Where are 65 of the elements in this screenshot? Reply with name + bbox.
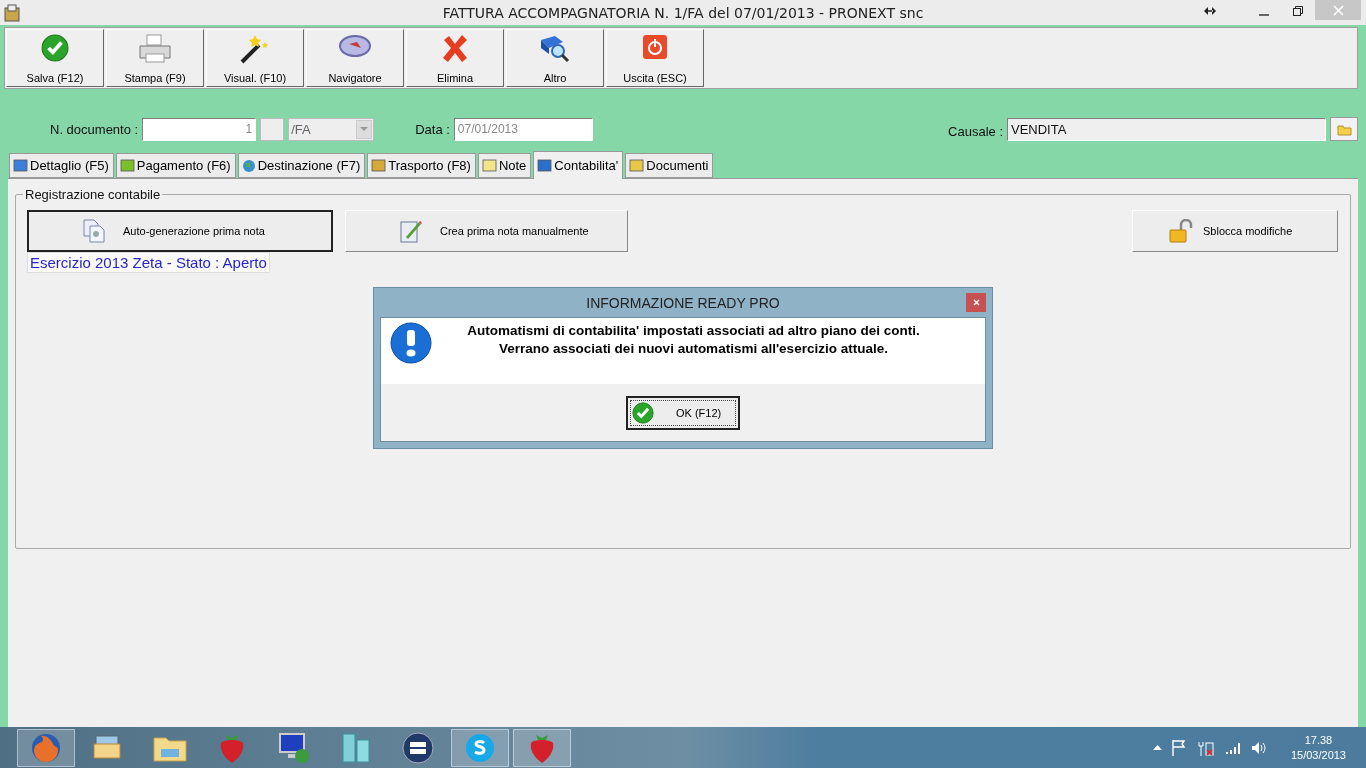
close-button[interactable]: [966, 293, 986, 312]
status-text: Esercizio 2013 Zeta - Stato : Aperto: [27, 252, 270, 273]
server-towers-icon: [340, 731, 372, 764]
dialog-message: Automatismi di contabilita' impostati associati ad altro piano dei conti.: [467, 322, 920, 340]
checkmark-icon: [41, 34, 69, 62]
tab[interactable]: Destinazione (F7): [237, 153, 366, 178]
tab[interactable]: Contabilita': [533, 151, 624, 179]
close-icon: [972, 299, 980, 306]
document-gear-icon: [83, 219, 105, 243]
action-button[interactable]: Auto-generazione prima nota: [27, 210, 333, 252]
tab[interactable]: Trasporto (F8): [367, 153, 476, 178]
double-arrow-icon: [1204, 7, 1216, 15]
browser-icon: [30, 731, 62, 764]
toolbar-button[interactable]: Stampa (F9): [106, 29, 204, 87]
toolbar-button[interactable]: Salva (F12): [6, 29, 104, 87]
toolbar-button[interactable]: Visual. (F10): [206, 29, 304, 87]
tab[interactable]: Pagamento (F6): [115, 153, 236, 178]
power-icon: [642, 34, 668, 60]
field-label: Causale :: [948, 123, 1003, 139]
speaker-icon[interactable]: [1250, 740, 1267, 755]
checkmark-icon: [632, 401, 654, 424]
globe-icon: [241, 158, 256, 173]
tab[interactable]: Dettaglio (F5): [9, 153, 114, 178]
window-title: FATTURA ACCOMPAGNATORIA N. 1/FA del 07/01/2013 - PRONEXT snc: [442, 4, 924, 21]
dialog-message: Verrano associati dei nuovi automatismi all'esercizio attuale.: [499, 340, 888, 358]
printer-icon: [138, 34, 172, 64]
number-field[interactable]: 1: [142, 117, 257, 141]
padlock-icon: [1169, 219, 1193, 243]
dialog-title: INFORMAZIONE READY PRO: [586, 294, 780, 311]
exclamation-icon: [390, 322, 432, 364]
toolbar-button[interactable]: Altro: [506, 29, 604, 87]
browse-button[interactable]: [1330, 117, 1358, 141]
document-pencil-icon: [400, 219, 422, 243]
app-icon: [4, 3, 20, 22]
toolbar-button[interactable]: Elimina: [406, 29, 504, 87]
close-icon: [1332, 4, 1344, 16]
action-button[interactable]: Crea prima nota manualmente: [345, 210, 628, 252]
flag-icon[interactable]: [1171, 739, 1187, 756]
tab[interactable]: Note: [477, 153, 532, 178]
ok-button[interactable]: OK (F12): [626, 395, 740, 430]
group-title: Registrazione contabile: [24, 187, 162, 202]
book-magnifier-icon: [539, 34, 571, 64]
toolbar-button[interactable]: Navigatore: [306, 29, 404, 87]
caret-icon: [360, 127, 369, 131]
field-label: Data :: [415, 121, 450, 137]
chevron-up-icon[interactable]: [1152, 745, 1162, 750]
restore-icon: [1293, 6, 1303, 16]
magic-wand-icon: [239, 34, 271, 64]
mail-icon: [92, 733, 124, 762]
cross-icon: [440, 34, 470, 64]
action-button[interactable]: Sblocca modifiche: [1132, 210, 1338, 252]
series-dropdown[interactable]: /FA: [288, 117, 375, 141]
minimize-icon: [1259, 14, 1269, 16]
scanner-icon: [402, 731, 434, 764]
toolbar-button[interactable]: Uscita (ESC): [606, 29, 704, 87]
causale-field[interactable]: VENDITA: [1007, 117, 1326, 141]
monitor-icon: [278, 731, 310, 764]
clock[interactable]: 17.38 15/03/2013: [1290, 732, 1346, 763]
signal-bars-icon[interactable]: [1224, 741, 1241, 754]
date-field[interactable]: 07/01/2013: [453, 117, 593, 141]
tab[interactable]: Documenti: [625, 153, 714, 178]
compass-icon: [339, 34, 371, 58]
power-plug-icon[interactable]: [1196, 739, 1215, 756]
chat-app-icon: [465, 732, 495, 763]
field-label: N. documento :: [50, 121, 139, 137]
